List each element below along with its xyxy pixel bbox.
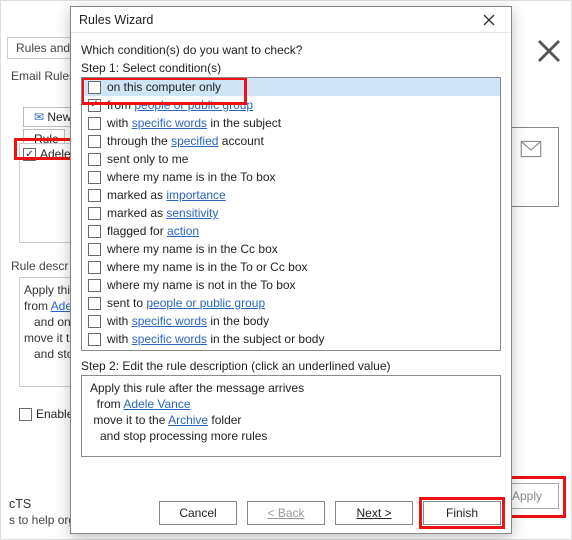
enable-label: Enable xyxy=(36,407,73,421)
desc-line: Apply thi xyxy=(24,282,74,298)
condition-value-link[interactable]: specified xyxy=(171,134,218,148)
step2-label: Step 2: Edit the rule description (click… xyxy=(81,359,501,373)
condition-text: where my name is in the To box xyxy=(107,169,276,185)
condition-value-link[interactable]: specific words xyxy=(132,314,207,328)
condition-checkbox[interactable] xyxy=(88,351,101,352)
condition-checkbox[interactable]: ✓ xyxy=(88,99,101,112)
close-icon[interactable] xyxy=(537,39,561,63)
condition-row[interactable]: where my name is in the To or Cc box xyxy=(82,258,500,276)
condition-checkbox[interactable] xyxy=(88,315,101,328)
conditions-list[interactable]: on this computer only ✓ from people or pub… xyxy=(81,77,501,351)
condition-row[interactable]: marked as sensitivity xyxy=(82,204,500,222)
condition-row[interactable]: flagged for action xyxy=(82,222,500,240)
rule-row-checkbox[interactable]: ✓ xyxy=(23,148,36,161)
desc-line: from Ade xyxy=(24,298,74,314)
condition-row[interactable]: ✓ from people or public group xyxy=(82,96,500,114)
condition-value-link[interactable]: action xyxy=(167,224,199,238)
dialog-buttons: Cancel < Back Next > Finish xyxy=(71,501,511,525)
rule-description-label: Rule descr xyxy=(11,259,68,273)
condition-text: sent to people or public group xyxy=(107,295,265,311)
desc-line: Apply this rule after the message arrive… xyxy=(90,380,492,396)
section-label: Email Rules xyxy=(11,69,75,83)
condition-checkbox[interactable] xyxy=(88,117,101,130)
checkbox-icon[interactable] xyxy=(19,408,32,421)
condition-checkbox[interactable] xyxy=(88,279,101,292)
condition-row[interactable]: marked as importance xyxy=(82,186,500,204)
condition-text: marked as sensitivity xyxy=(107,205,218,221)
condition-checkbox[interactable] xyxy=(88,207,101,220)
condition-row[interactable]: sent to people or public group xyxy=(82,294,500,312)
condition-row[interactable]: with specific words in the message heade… xyxy=(82,348,500,351)
condition-checkbox[interactable] xyxy=(88,243,101,256)
condition-checkbox[interactable] xyxy=(88,261,101,274)
condition-text: flagged for action xyxy=(107,223,199,239)
condition-row[interactable]: where my name is in the Cc box xyxy=(82,240,500,258)
folder-value-link[interactable]: Archive xyxy=(168,413,208,427)
condition-text: where my name is in the To or Cc box xyxy=(107,259,308,275)
condition-text: on this computer only xyxy=(107,79,221,95)
condition-checkbox[interactable] xyxy=(88,189,101,202)
condition-checkbox[interactable] xyxy=(88,333,101,346)
desc-line: and stop processing more rules xyxy=(90,428,492,444)
condition-row[interactable]: where my name is not in the To box xyxy=(82,276,500,294)
condition-value-link[interactable]: specific words xyxy=(132,116,207,130)
back-button[interactable]: < Back xyxy=(247,501,325,525)
condition-text: marked as importance xyxy=(107,187,226,203)
desc-line: from Adele Vance xyxy=(90,396,492,412)
condition-text: through the specified account xyxy=(107,133,264,149)
desc-line: move it t xyxy=(24,330,74,346)
cancel-button[interactable]: Cancel xyxy=(159,501,237,525)
condition-value-link[interactable]: people or public group xyxy=(146,296,265,310)
finish-button[interactable]: Finish xyxy=(423,501,501,525)
condition-row[interactable]: through the specified account xyxy=(82,132,500,150)
dialog-title: Rules Wizard xyxy=(79,13,153,27)
condition-row[interactable]: with specific words in the body xyxy=(82,312,500,330)
condition-row[interactable]: with specific words in the subject xyxy=(82,114,500,132)
dialog-titlebar: Rules Wizard xyxy=(71,7,511,33)
desc-line: and on xyxy=(24,314,74,330)
condition-row[interactable]: sent only to me xyxy=(82,150,500,168)
close-button[interactable] xyxy=(475,9,503,31)
condition-checkbox[interactable] xyxy=(88,153,101,166)
condition-value-link[interactable]: sensitivity xyxy=(166,206,218,220)
condition-value-link[interactable]: importance xyxy=(166,188,225,202)
condition-checkbox[interactable] xyxy=(88,297,101,310)
step1-label: Step 1: Select condition(s) xyxy=(81,61,501,75)
condition-text: with specific words in the subject or bo… xyxy=(107,331,324,347)
desc-line: move it to the Archive folder xyxy=(90,412,492,428)
condition-text: with specific words in the body xyxy=(107,313,269,329)
desc-line: and sto xyxy=(24,346,74,362)
condition-checkbox[interactable] xyxy=(88,225,101,238)
next-button[interactable]: Next > xyxy=(335,501,413,525)
condition-value-link[interactable]: specific words xyxy=(132,332,207,346)
condition-row[interactable]: where my name is in the To box xyxy=(82,168,500,186)
enable-rules-checkbox[interactable]: Enable xyxy=(19,407,73,421)
rule-description-editor[interactable]: Apply this rule after the message arrive… xyxy=(81,375,501,457)
bg-footer-text-top: cTS xyxy=(9,497,31,511)
condition-row[interactable]: with specific words in the subject or bo… xyxy=(82,330,500,348)
condition-value-link[interactable]: people or public group xyxy=(134,98,253,112)
condition-checkbox[interactable] xyxy=(88,81,101,94)
condition-text: from people or public group xyxy=(107,97,253,113)
condition-checkbox[interactable] xyxy=(88,171,101,184)
condition-checkbox[interactable] xyxy=(88,135,101,148)
condition-value-link[interactable]: specific words xyxy=(132,350,207,351)
condition-text: sent only to me xyxy=(107,151,188,167)
condition-text: with specific words in the subject xyxy=(107,115,281,131)
condition-text: where my name is not in the To box xyxy=(107,277,296,293)
condition-text: where my name is in the Cc box xyxy=(107,241,278,257)
wizard-question: Which condition(s) do you want to check? xyxy=(81,43,501,57)
condition-row[interactable]: on this computer only xyxy=(82,78,500,96)
from-value-link[interactable]: Adele Vance xyxy=(123,397,190,411)
condition-text: with specific words in the message heade… xyxy=(107,349,332,351)
rules-wizard-dialog: Rules Wizard Which condition(s) do you w… xyxy=(70,6,512,534)
rule-row-label: Adele xyxy=(40,147,71,161)
